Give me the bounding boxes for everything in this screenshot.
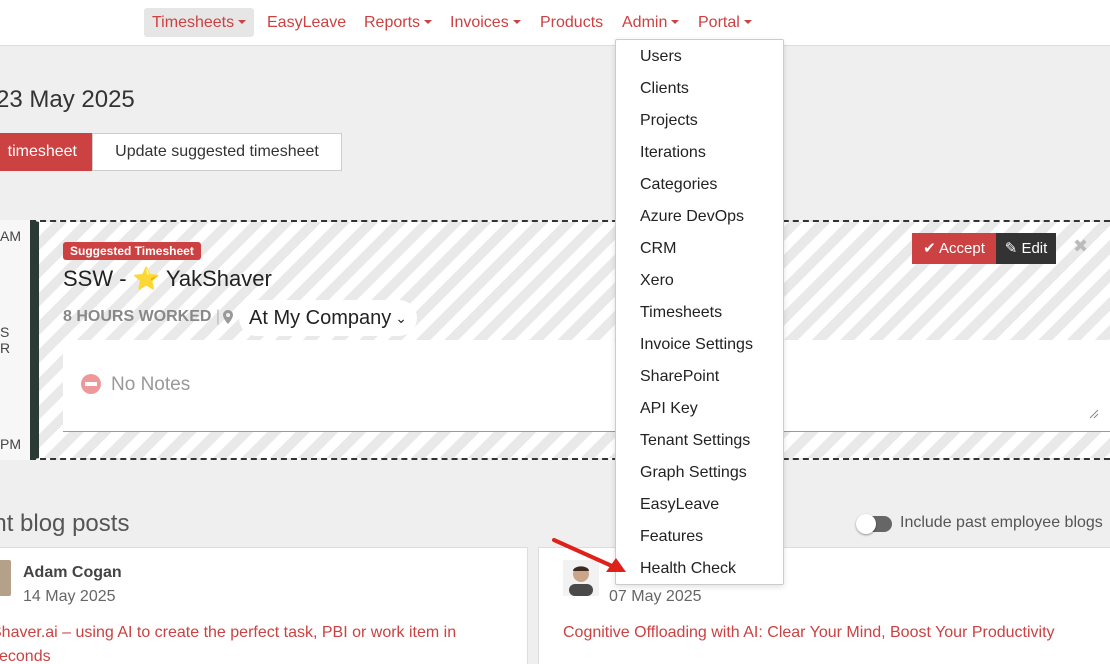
timesheet-button[interactable]: timesheet — [0, 133, 93, 171]
menu-item-timesheets[interactable]: Timesheets — [640, 301, 722, 325]
menu-item-easyleave[interactable]: EasyLeave — [640, 493, 719, 517]
nav-easyleave[interactable]: EasyLeave — [259, 8, 354, 37]
menu-item-categories[interactable]: Categories — [640, 173, 717, 197]
no-entry-icon — [81, 374, 101, 394]
time-label-s: S — [0, 324, 10, 340]
menu-item-azure-devops[interactable]: Azure DevOps — [640, 205, 744, 229]
location-pin-icon — [223, 310, 233, 324]
menu-item-health-check[interactable]: Health Check — [640, 557, 736, 581]
annotation-arrow-icon — [552, 538, 626, 572]
past-employee-blogs-toggle[interactable] — [856, 514, 892, 534]
suggested-timesheet-card: Suggested Timesheet SSW - ⭐ YakShaver 8 … — [30, 220, 1110, 460]
top-navbar: Timesheets EasyLeave Reports Invoices Pr… — [0, 0, 1110, 46]
time-label-r: R — [0, 340, 11, 356]
menu-item-api-key[interactable]: API Key — [640, 397, 698, 421]
menu-item-clients[interactable]: Clients — [640, 77, 689, 101]
menu-item-crm[interactable]: CRM — [640, 237, 676, 261]
location-select[interactable]: At My Company ⌄ — [239, 300, 417, 336]
resize-handle-icon[interactable] — [1089, 409, 1099, 419]
menu-item-xero[interactable]: Xero — [640, 269, 674, 293]
hours-worked-text: 8 HOURS WORKED — [63, 308, 212, 325]
suggested-timesheet-badge: Suggested Timesheet — [63, 242, 201, 260]
post-title-link[interactable]: Cognitive Offloading with AI: Clear Your… — [563, 621, 1110, 645]
page-date-heading: 23 May 2025 — [0, 86, 135, 113]
nav-timesheets[interactable]: Timesheets — [144, 8, 255, 37]
toggle-label: Include past employee blogs — [900, 514, 1103, 531]
nav-portal[interactable]: Portal — [690, 8, 760, 37]
hours-worked: 8 HOURS WORKED | — [63, 308, 220, 326]
nav-reports-label: Reports — [364, 14, 421, 31]
nav-invoices-label: Invoices — [450, 14, 509, 31]
post-title-link[interactable]: Shaver.ai – using AI to create the perfe… — [0, 621, 501, 664]
nav-products-label: Products — [540, 14, 604, 31]
caret-down-icon — [743, 20, 752, 24]
menu-item-features[interactable]: Features — [640, 525, 703, 549]
location-select-value: At My Company — [249, 307, 392, 329]
nav-portal-label: Portal — [698, 14, 740, 31]
edit-button[interactable]: ✎ Edit — [996, 233, 1056, 264]
admin-dropdown-menu: Users Clients Projects Iterations Catego… — [615, 39, 784, 585]
caret-down-icon — [424, 20, 433, 24]
timesheet-title: SSW - ⭐ YakShaver — [63, 266, 272, 292]
blog-post-card: Adam Cogan 14 May 2025 Shaver.ai – using… — [0, 547, 528, 664]
menu-item-graph-settings[interactable]: Graph Settings — [640, 461, 747, 485]
menu-item-invoice-settings[interactable]: Invoice Settings — [640, 333, 753, 357]
nav-easyleave-label: EasyLeave — [267, 14, 347, 31]
recent-blog-posts-heading: ent blog posts — [0, 510, 130, 537]
notes-text: No Notes — [111, 374, 191, 395]
timesheet-project: YakShaver — [165, 266, 272, 291]
close-icon[interactable]: ✖ — [1073, 236, 1088, 257]
time-label-pm: PM — [0, 436, 21, 452]
menu-item-iterations[interactable]: Iterations — [640, 141, 706, 165]
nav-admin-label: Admin — [622, 14, 668, 31]
caret-down-icon — [671, 20, 680, 24]
chevron-down-icon: ⌄ — [395, 310, 407, 326]
accept-button[interactable]: ✔ Accept — [912, 233, 996, 264]
separator: | — [215, 308, 221, 325]
edit-button-label: Edit — [1021, 240, 1048, 257]
time-column: AM S R PM — [0, 220, 30, 460]
nav-timesheets-label: Timesheets — [152, 14, 235, 31]
timesheet-client: SSW - — [63, 266, 127, 291]
nav-invoices[interactable]: Invoices — [442, 8, 529, 37]
post-author: Adam Cogan — [23, 564, 122, 581]
nav-products[interactable]: Products — [532, 8, 611, 37]
menu-item-sharepoint[interactable]: SharePoint — [640, 365, 719, 389]
post-date: 07 May 2025 — [609, 588, 702, 605]
caret-down-icon — [512, 20, 521, 24]
accept-button-label: Accept — [939, 240, 985, 257]
nav-admin[interactable]: Admin — [614, 8, 687, 37]
menu-item-users[interactable]: Users — [640, 45, 682, 69]
post-date: 14 May 2025 — [23, 588, 116, 605]
avatar — [0, 560, 11, 596]
time-label-am: AM — [0, 228, 21, 244]
star-icon: ⭐ — [132, 266, 161, 291]
menu-item-tenant-settings[interactable]: Tenant Settings — [640, 429, 750, 453]
nav-reports[interactable]: Reports — [356, 8, 440, 37]
caret-down-icon — [238, 20, 247, 24]
notes-box[interactable]: No Notes — [63, 340, 1110, 432]
update-suggested-timesheet-button[interactable]: Update suggested timesheet — [92, 133, 342, 171]
menu-item-projects[interactable]: Projects — [640, 109, 698, 133]
